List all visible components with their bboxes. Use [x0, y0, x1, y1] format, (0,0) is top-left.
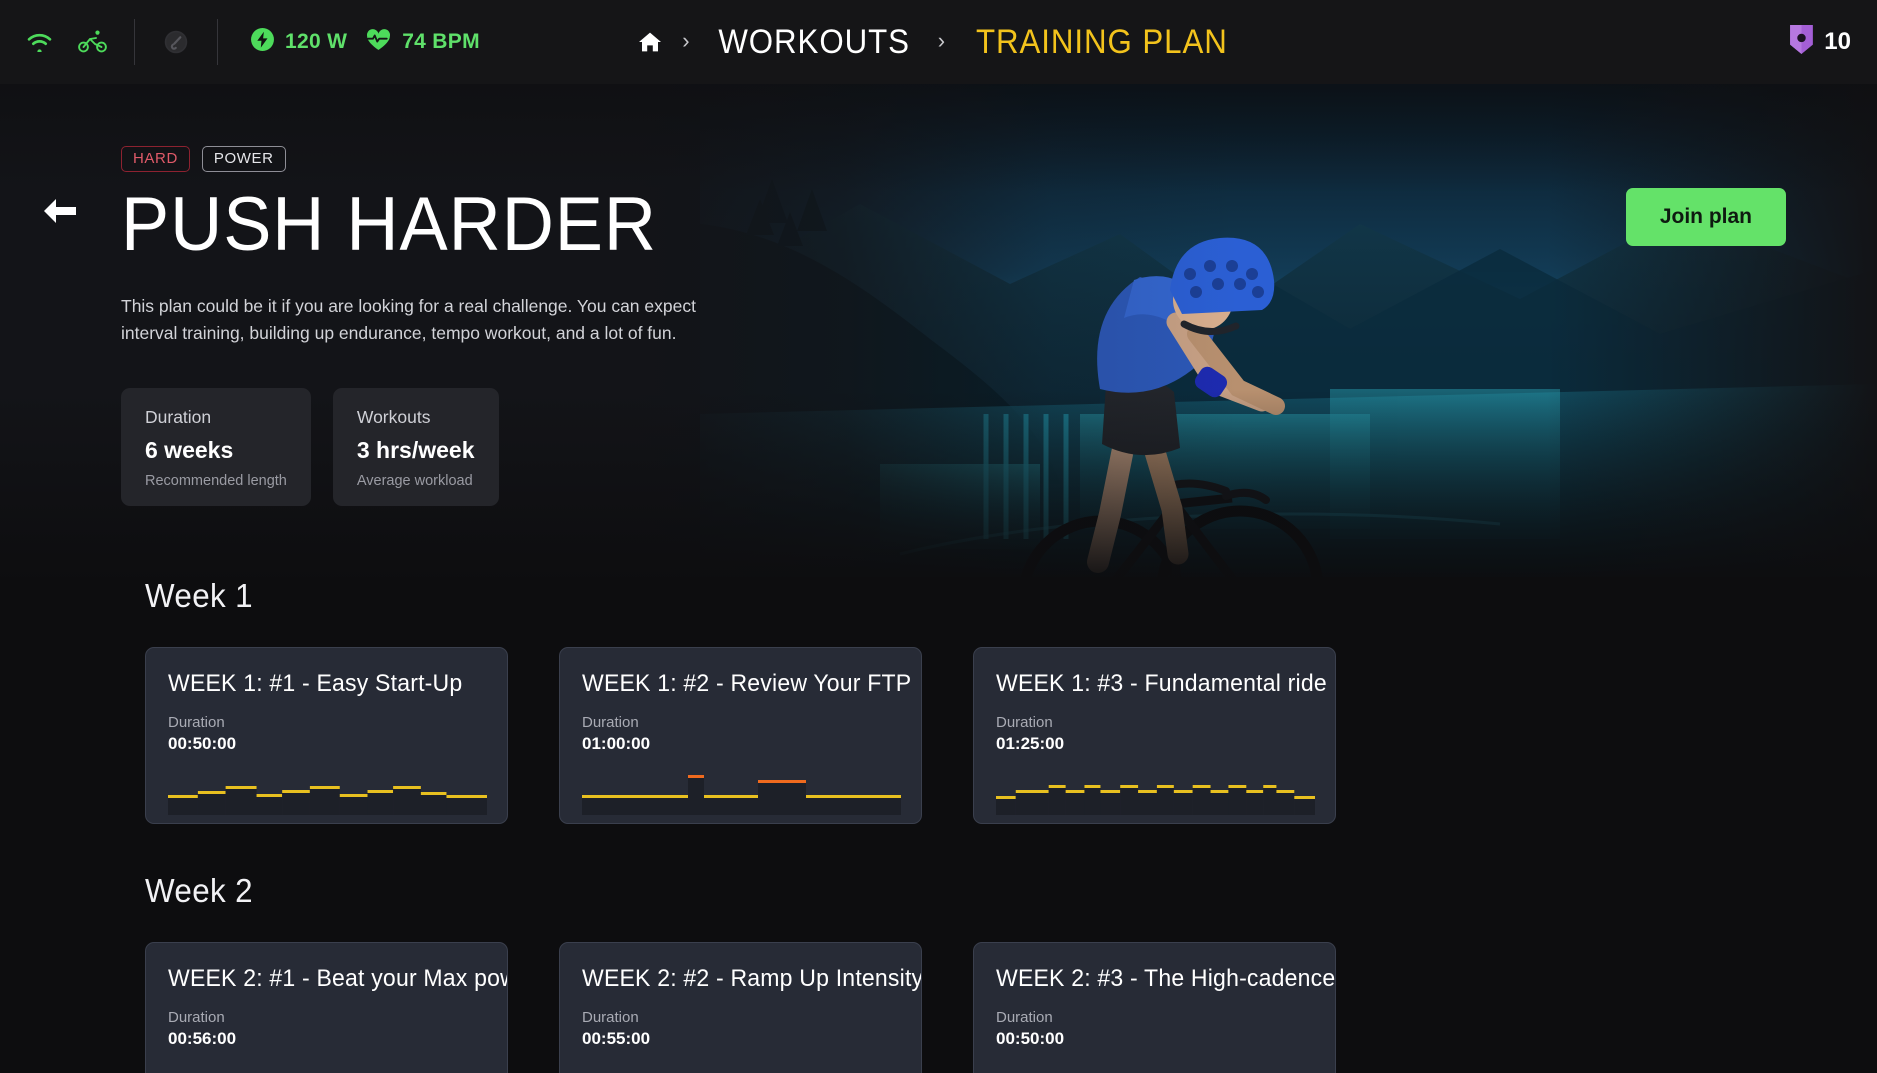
workout-title: WEEK 2: #1 - Beat your Max powe — [168, 965, 508, 992]
workout-title: WEEK 1: #3 - Fundamental ride — [996, 670, 1327, 697]
workout-title: WEEK 2: #2 - Ramp Up Intensity — [582, 965, 922, 992]
shield-coin-icon — [1788, 24, 1815, 60]
week-title: Week 2 — [145, 872, 254, 909]
arrow-left-icon — [44, 199, 76, 223]
home-icon[interactable] — [638, 31, 662, 53]
workout-duration-label: Duration — [996, 714, 1053, 731]
coin-count: 10 — [1824, 28, 1851, 55]
weeks-list: Week 1 WEEK 1: #1 - Easy Start-Up Durati… — [0, 577, 1877, 1073]
stat-sub: Average workload — [356, 473, 473, 490]
hero-section: HARD POWER PUSH HARDER This plan could b… — [0, 84, 1877, 577]
workout-card[interactable]: WEEK 1: #2 - Review Your FTP Duration 01… — [559, 647, 922, 824]
workout-duration-value: 00:55:00 — [582, 1029, 651, 1048]
week-section-1: Week 1 WEEK 1: #1 - Easy Start-Up Durati… — [0, 577, 1877, 824]
breadcrumb-separator-1: › — [682, 28, 690, 53]
breadcrumb-item-workouts[interactable]: WORKOUTS — [718, 23, 910, 62]
join-plan-button[interactable]: Join plan — [1625, 188, 1786, 246]
plan-stats: Duration 6 weeks Recommended length Work… — [121, 388, 881, 507]
coin-balance[interactable]: 10 — [1788, 0, 1851, 84]
stat-value: 3 hrs/week — [356, 437, 475, 464]
badge-type: POWER — [201, 146, 286, 172]
top-status-bar: 120 W 74 BPM › WORKOUTS › TRAINING PLAN — [0, 0, 1877, 84]
stat-card-workouts: Workouts 3 hrs/week Average workload — [332, 388, 499, 507]
stat-label: Workouts — [356, 407, 431, 428]
workout-duration-label: Duration — [582, 714, 639, 731]
workout-profile-chart — [996, 769, 1315, 815]
breadcrumb-separator-2: › — [937, 28, 946, 53]
back-button[interactable] — [38, 189, 82, 233]
week-1-cards: WEEK 1: #1 - Easy Start-Up Duration 00:5… — [145, 647, 1877, 824]
workout-duration-label: Duration — [168, 714, 225, 731]
workout-duration-value: 00:56:00 — [168, 1029, 237, 1048]
plan-header: HARD POWER PUSH HARDER This plan could b… — [121, 146, 881, 507]
workout-card[interactable]: WEEK 1: #3 - Fundamental ride Duration 0… — [973, 647, 1336, 824]
week-2-cards: WEEK 2: #1 - Beat your Max powe Duration… — [145, 942, 1877, 1073]
workout-card[interactable]: WEEK 2: #3 - The High-cadence H Duration… — [973, 942, 1336, 1073]
workout-card[interactable]: WEEK 1: #1 - Easy Start-Up Duration 00:5… — [145, 647, 508, 824]
workout-profile-chart — [168, 769, 487, 815]
workout-duration-value: 01:25:00 — [996, 734, 1065, 753]
workout-duration-label: Duration — [996, 1009, 1053, 1026]
workout-duration-value: 00:50:00 — [168, 734, 237, 753]
workout-duration-label: Duration — [582, 1009, 639, 1026]
breadcrumb: › WORKOUTS › TRAINING PLAN — [0, 0, 1877, 84]
workout-duration-value: 01:00:00 — [582, 734, 651, 753]
plan-description: This plan could be it if you are looking… — [121, 296, 696, 343]
week-section-2: Week 2 WEEK 2: #1 - Beat your Max powe D… — [0, 872, 1877, 1073]
workout-duration-value: 00:50:00 — [996, 1029, 1065, 1048]
workout-card[interactable]: WEEK 2: #2 - Ramp Up Intensity Duration … — [559, 942, 922, 1073]
week-title: Week 1 — [145, 577, 254, 614]
workout-title: WEEK 1: #1 - Easy Start-Up — [168, 670, 463, 697]
stat-label: Duration — [145, 407, 212, 428]
breadcrumb-item-training-plan[interactable]: TRAINING PLAN — [976, 23, 1228, 62]
workout-title: WEEK 2: #3 - The High-cadence H — [996, 965, 1336, 992]
workout-card[interactable]: WEEK 2: #1 - Beat your Max powe Duration… — [145, 942, 508, 1073]
page-title: PUSH HARDER — [121, 182, 657, 267]
workout-profile-chart — [582, 769, 901, 815]
plan-badges: HARD POWER — [121, 146, 881, 172]
stat-card-duration: Duration 6 weeks Recommended length — [121, 388, 311, 507]
stat-sub: Recommended length — [145, 473, 287, 490]
badge-difficulty: HARD — [121, 146, 190, 172]
workout-duration-label: Duration — [168, 1009, 225, 1026]
workout-title: WEEK 1: #2 - Review Your FTP — [582, 670, 912, 697]
stat-value: 6 weeks — [145, 437, 234, 464]
